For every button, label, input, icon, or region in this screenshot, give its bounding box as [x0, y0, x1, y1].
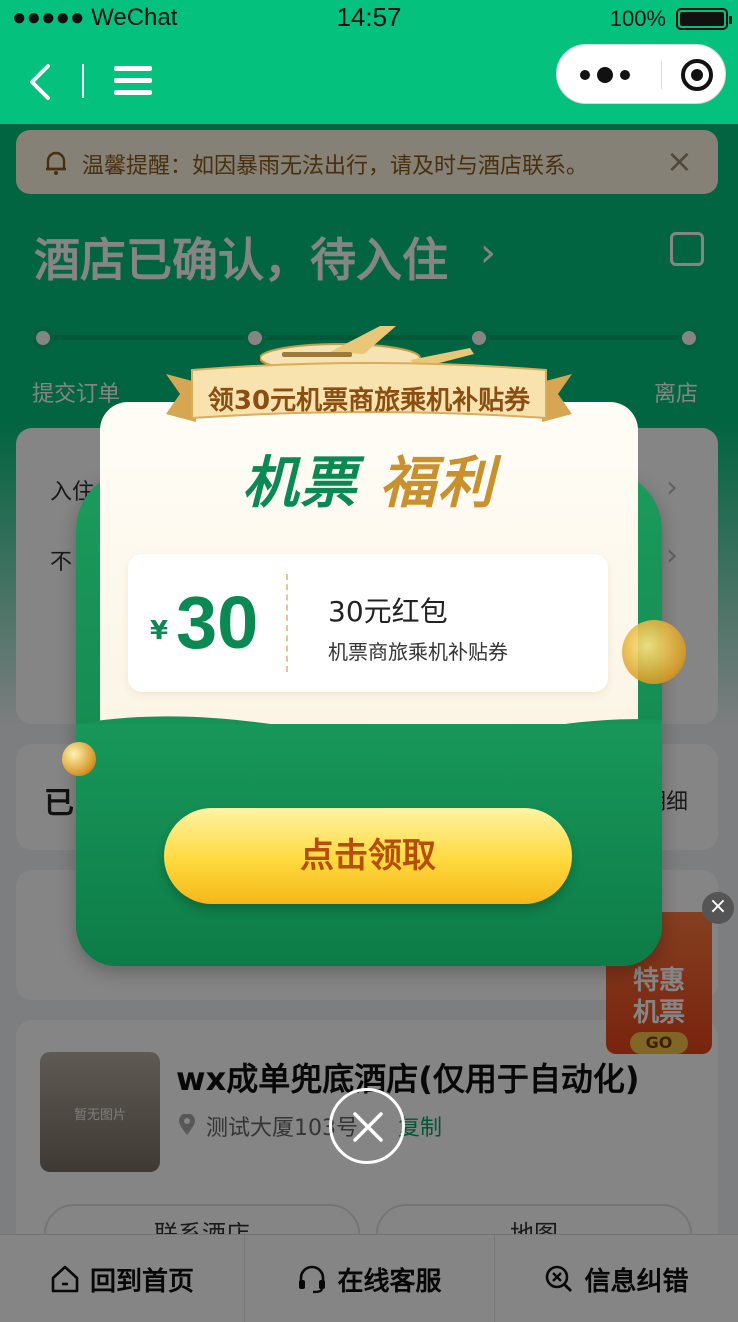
coupon-amount: 30 [176, 581, 259, 664]
gold-coin-decoration [622, 620, 686, 684]
close-icon [353, 1112, 383, 1142]
coupon-popup: 领30元机票商旅乘机补贴券 机票 福利 ¥ 30 30元红包 机票商旅乘机补贴券… [0, 0, 738, 1322]
ribbon-text: 领30元机票商旅乘机补贴券 [207, 386, 531, 416]
claim-coupon-button[interactable]: 点击领取 [164, 808, 572, 904]
coupon-ticket: ¥ 30 30元红包 机票商旅乘机补贴券 [128, 554, 608, 692]
coupon-title: 30元红包 [328, 595, 448, 628]
headline-part-b: 福利 [379, 451, 496, 516]
currency-symbol: ¥ [150, 616, 169, 646]
popup-headline: 机票 福利 [100, 438, 638, 519]
coupon-divider [286, 574, 288, 672]
popup-close-button[interactable] [329, 1088, 405, 1164]
coupon-description: 机票商旅乘机补贴券 [328, 640, 508, 664]
headline-part-a: 机票 [242, 451, 359, 516]
gold-pearl-decoration [62, 742, 96, 776]
